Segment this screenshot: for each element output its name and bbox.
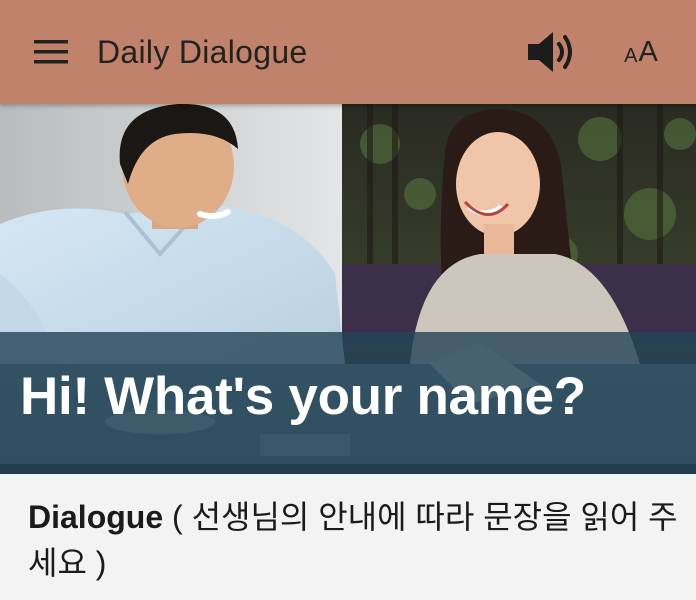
- dialogue-caption: Hi! What's your name?: [20, 367, 586, 426]
- dialogue-section: Dialogue ( 선생님의 안내에 따라 문장을 읽어 주세요 ): [0, 474, 696, 600]
- speaker-volume-icon: [528, 32, 572, 72]
- app-title: Daily Dialogue: [97, 34, 308, 70]
- hamburger-menu-icon: [34, 40, 68, 64]
- menu-button[interactable]: [26, 32, 76, 72]
- app-bar: Daily Dialogue A A: [0, 0, 696, 104]
- hero-banner: Hi! What's your name?: [0, 104, 696, 474]
- section-heading-bold: Dialogue: [28, 499, 164, 535]
- hero-bottom-bar: [0, 464, 696, 474]
- volume-button[interactable]: [520, 26, 580, 78]
- section-heading: Dialogue ( 선생님의 안내에 따라 문장을 읽어 주세요 ): [28, 494, 678, 586]
- text-size-large-glyph: A: [638, 35, 658, 68]
- text-size-small-glyph: A: [624, 45, 638, 67]
- text-size-button[interactable]: A A: [612, 26, 670, 78]
